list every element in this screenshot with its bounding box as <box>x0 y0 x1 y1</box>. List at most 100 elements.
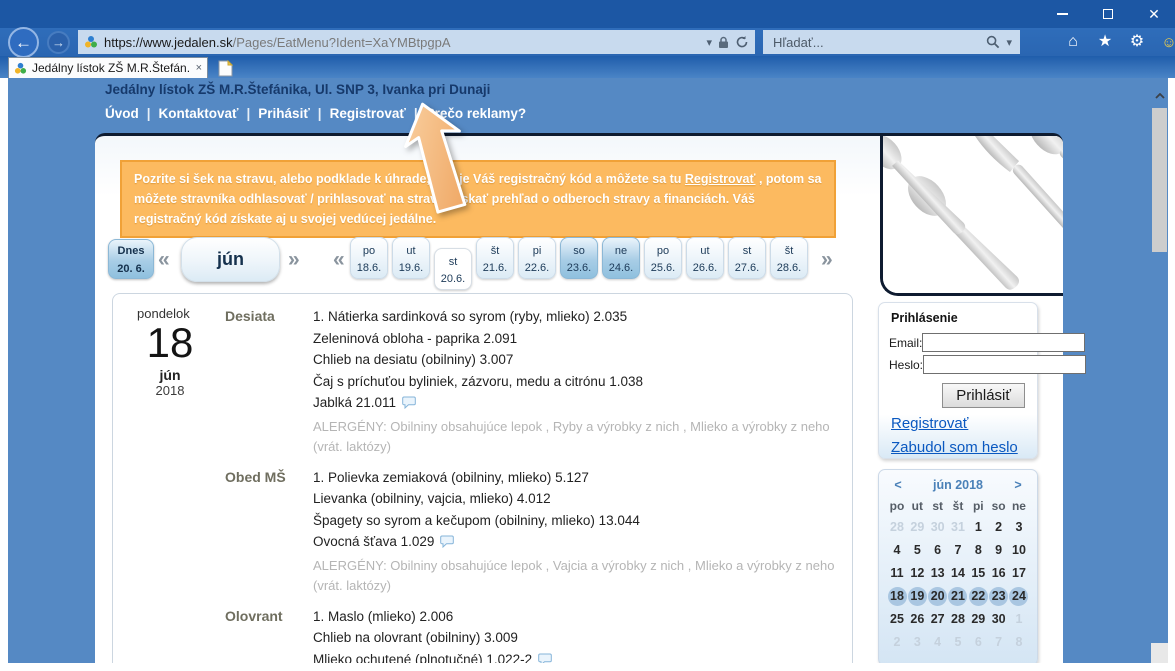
maximize-button[interactable] <box>1093 2 1123 26</box>
email-field[interactable] <box>922 333 1085 352</box>
calendar-day-1[interactable]: 1 <box>1009 608 1029 631</box>
day-button-28-6[interactable]: št28.6. <box>770 237 808 279</box>
link-zabudol-som-heslo[interactable]: Zabudol som heslo <box>891 439 1027 456</box>
nav-item-uvod[interactable]: Úvod <box>105 106 139 121</box>
calendar-day-4[interactable]: 4 <box>887 539 907 562</box>
calendar-day-25[interactable]: 25 <box>887 608 907 631</box>
calendar-day-3[interactable]: 3 <box>907 631 927 654</box>
calendar-day-1[interactable]: 1 <box>968 516 988 539</box>
month-button[interactable]: jún <box>181 237 280 282</box>
calendar-day-19[interactable]: 19 <box>907 585 927 608</box>
next-week-chevron[interactable]: » <box>821 249 833 270</box>
calendar-day-10[interactable]: 10 <box>1009 539 1029 562</box>
lock-icon[interactable] <box>718 36 729 49</box>
calendar-day-13[interactable]: 13 <box>928 562 948 585</box>
calendar-day-28[interactable]: 28 <box>887 516 907 539</box>
calendar-day-7[interactable]: 7 <box>989 631 1009 654</box>
day-button-23-6[interactable]: so23.6. <box>560 237 598 279</box>
calendar-day-24[interactable]: 24 <box>1009 585 1029 608</box>
calendar-day-15[interactable]: 15 <box>968 562 988 585</box>
calendar-day-16[interactable]: 16 <box>989 562 1009 585</box>
day-button-27-6[interactable]: st27.6. <box>728 237 766 279</box>
settings-gear-icon[interactable]: ⚙ <box>1126 34 1148 50</box>
search-input[interactable] <box>771 34 980 51</box>
day-button-24-6[interactable]: ne24.6. <box>602 237 640 279</box>
tab-close-icon[interactable]: × <box>196 62 202 74</box>
address-dropdown-icon[interactable]: ▾ <box>706 36 712 49</box>
calendar-day-17[interactable]: 17 <box>1009 562 1029 585</box>
login-button[interactable]: Prihlásiť <box>942 383 1025 408</box>
comment-bubble-icon[interactable] <box>538 653 552 664</box>
window-controls: ✕ <box>1047 0 1169 28</box>
calendar-day-18[interactable]: 18 <box>887 585 907 608</box>
nav-item-kontaktovat[interactable]: Kontaktovať <box>159 106 239 121</box>
calendar-prev-icon[interactable]: < <box>891 478 905 492</box>
day-button-19-6[interactable]: ut19.6. <box>392 237 430 279</box>
search-box[interactable]: ▾ <box>763 30 1020 54</box>
minimize-button[interactable] <box>1047 2 1077 26</box>
calendar-day-2[interactable]: 2 <box>887 631 907 654</box>
notice-register-link[interactable]: Registrovať <box>685 172 756 186</box>
calendar-day-5[interactable]: 5 <box>948 631 968 654</box>
calendar-day-21[interactable]: 21 <box>948 585 968 608</box>
calendar-day-29[interactable]: 29 <box>968 608 988 631</box>
close-button[interactable]: ✕ <box>1139 2 1169 26</box>
nav-item-registrovat[interactable]: Registrovať <box>330 106 406 121</box>
day-button-18-6[interactable]: po18.6. <box>350 237 388 279</box>
calendar-day-31[interactable]: 31 <box>948 516 968 539</box>
day-button-21-6[interactable]: št21.6. <box>476 237 514 279</box>
address-bar[interactable]: https://www.jedalen.sk/Pages/EatMenu?Ide… <box>78 30 755 54</box>
day-button-20-6[interactable]: st20.6. <box>434 248 472 290</box>
calendar-day-26[interactable]: 26 <box>907 608 927 631</box>
refresh-icon[interactable] <box>735 35 749 49</box>
calendar-day-29[interactable]: 29 <box>907 516 927 539</box>
link-registrovat[interactable]: Registrovať <box>891 415 1027 432</box>
calendar-day-4[interactable]: 4 <box>928 631 948 654</box>
calendar-day-6[interactable]: 6 <box>928 539 948 562</box>
scroll-up-icon[interactable] <box>1151 88 1168 104</box>
calendar-day-30[interactable]: 30 <box>928 516 948 539</box>
calendar-day-2[interactable]: 2 <box>989 516 1009 539</box>
calendar-day-5[interactable]: 5 <box>907 539 927 562</box>
calendar-day-28[interactable]: 28 <box>948 608 968 631</box>
calendar-day-27[interactable]: 27 <box>928 608 948 631</box>
password-field[interactable] <box>923 355 1086 374</box>
day-button-22-6[interactable]: pi22.6. <box>518 237 556 279</box>
calendar-day-7[interactable]: 7 <box>948 539 968 562</box>
next-month-chevron[interactable]: » <box>288 249 300 270</box>
calendar-day-name: ne <box>1009 496 1029 516</box>
day-button-26-6[interactable]: ut26.6. <box>686 237 724 279</box>
calendar-day-12[interactable]: 12 <box>907 562 927 585</box>
calendar-day-20[interactable]: 20 <box>928 585 948 608</box>
page-scrollbar[interactable] <box>1151 78 1168 663</box>
comment-bubble-icon[interactable] <box>440 535 454 548</box>
new-tab-button[interactable] <box>213 59 237 77</box>
comment-bubble-icon[interactable] <box>402 396 416 409</box>
calendar-day-3[interactable]: 3 <box>1009 516 1029 539</box>
calendar-day-6[interactable]: 6 <box>968 631 988 654</box>
calendar-day-11[interactable]: 11 <box>887 562 907 585</box>
forward-button[interactable]: → <box>47 31 70 54</box>
day-button-25-6[interactable]: po25.6. <box>644 237 682 279</box>
calendar-day-14[interactable]: 14 <box>948 562 968 585</box>
calendar-day-8[interactable]: 8 <box>1009 631 1029 654</box>
calendar-day-8[interactable]: 8 <box>968 539 988 562</box>
nav-item-prihasit[interactable]: Prihásiť <box>258 106 310 121</box>
calendar-day-22[interactable]: 22 <box>968 585 988 608</box>
browser-tab[interactable]: Jedálny lístok ZŠ M.R.Štefán... × <box>8 57 208 78</box>
scrollbar-thumb[interactable] <box>1152 108 1167 252</box>
search-dropdown-icon[interactable]: ▾ <box>1006 36 1012 49</box>
search-icon[interactable] <box>986 35 1000 49</box>
today-button[interactable]: Dnes 20. 6. <box>108 239 154 279</box>
calendar-next-icon[interactable]: > <box>1011 478 1025 492</box>
prev-month-chevron[interactable]: « <box>158 249 170 270</box>
calendar-day-9[interactable]: 9 <box>989 539 1009 562</box>
calendar-day-23[interactable]: 23 <box>989 585 1009 608</box>
feedback-smiley-icon[interactable]: ☺ <box>1158 35 1175 50</box>
scroll-down-button[interactable] <box>1151 643 1168 663</box>
home-icon[interactable]: ⌂ <box>1062 34 1084 50</box>
prev-week-chevron[interactable]: « <box>333 249 345 270</box>
calendar-day-30[interactable]: 30 <box>989 608 1009 631</box>
favorites-star-icon[interactable]: ★ <box>1094 34 1116 50</box>
back-button[interactable]: ← <box>8 27 39 58</box>
